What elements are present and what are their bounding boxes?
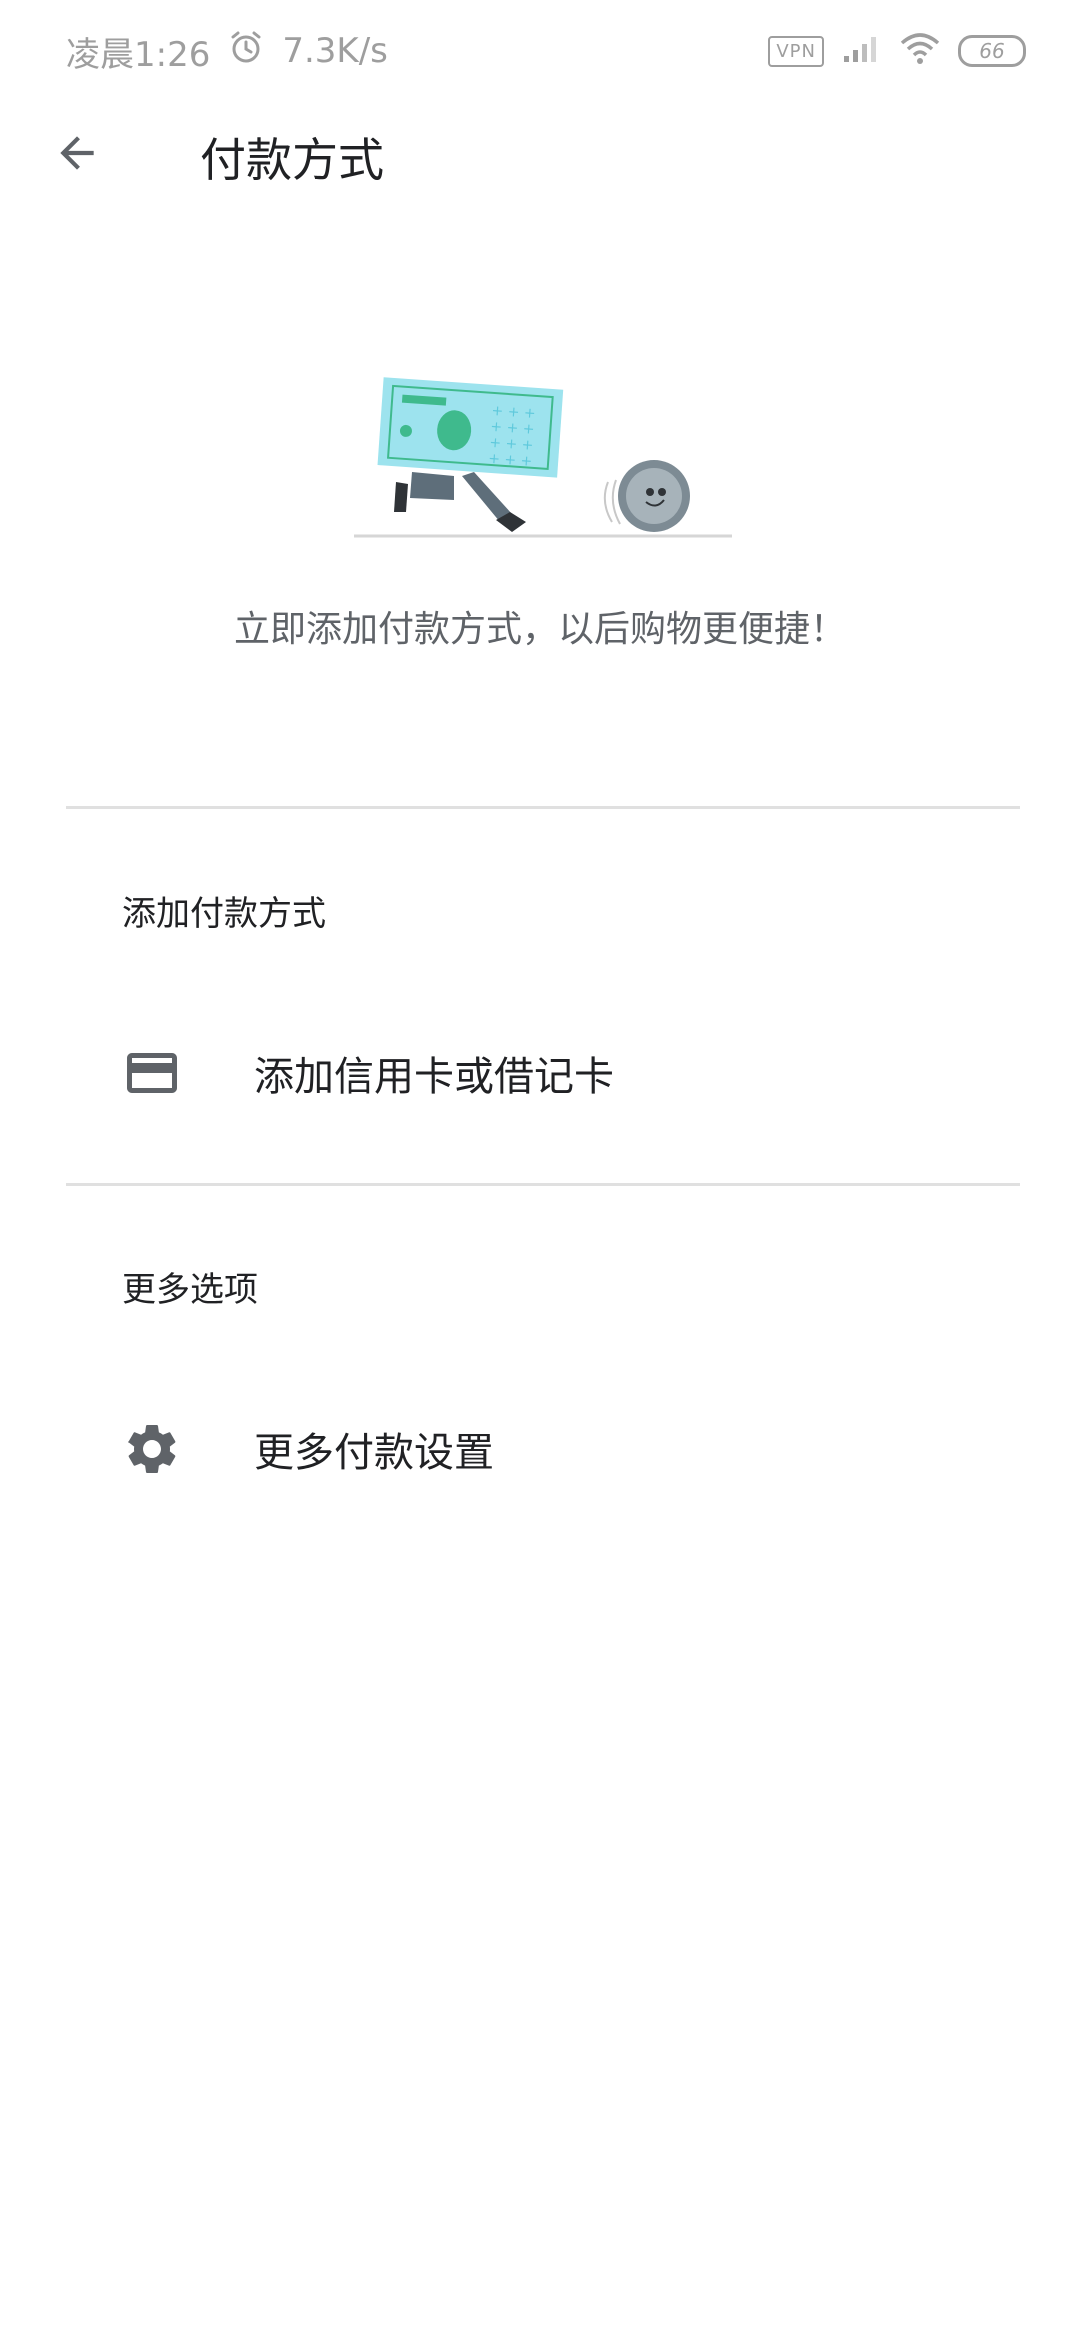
app-bar: 付款方式 [0, 100, 1080, 206]
status-time: 凌晨1:26 [66, 34, 211, 75]
alarm-icon [228, 29, 264, 74]
wifi-icon [900, 33, 940, 69]
divider [66, 806, 1020, 809]
vpn-badge: VPN [768, 35, 824, 67]
section-header-more-options: 更多选项 [122, 1270, 258, 1310]
status-bar: 凌晨1:26 7.3K/s VPN 66 [0, 0, 1080, 100]
page-title: 付款方式 [200, 133, 384, 187]
arrow-back-icon [60, 136, 94, 170]
svg-text:+ + +: + + + [488, 451, 533, 470]
add-card-item[interactable]: 添加信用卡或借记卡 [0, 1008, 1080, 1138]
add-card-label: 添加信用卡或借记卡 [254, 1054, 614, 1100]
divider [66, 1183, 1020, 1186]
empty-state-illustration: + + + + + + + + + + + + [350, 372, 740, 542]
credit-card-icon [122, 1043, 182, 1103]
gear-icon [122, 1419, 182, 1479]
net-speed: 7.3K/s [282, 31, 388, 71]
back-button[interactable] [44, 120, 110, 186]
status-right: VPN 66 [768, 28, 1026, 74]
empty-state-message: 立即添加付款方式，以后购物更便捷！ [233, 609, 846, 650]
more-payment-settings-label: 更多付款设置 [254, 1430, 494, 1476]
more-payment-settings-item[interactable]: 更多付款设置 [0, 1384, 1080, 1514]
signal-icon [842, 34, 882, 68]
section-header-add-payment: 添加付款方式 [122, 894, 326, 934]
status-left: 凌晨1:26 7.3K/s [66, 26, 388, 76]
battery-icon: 66 [958, 35, 1026, 67]
